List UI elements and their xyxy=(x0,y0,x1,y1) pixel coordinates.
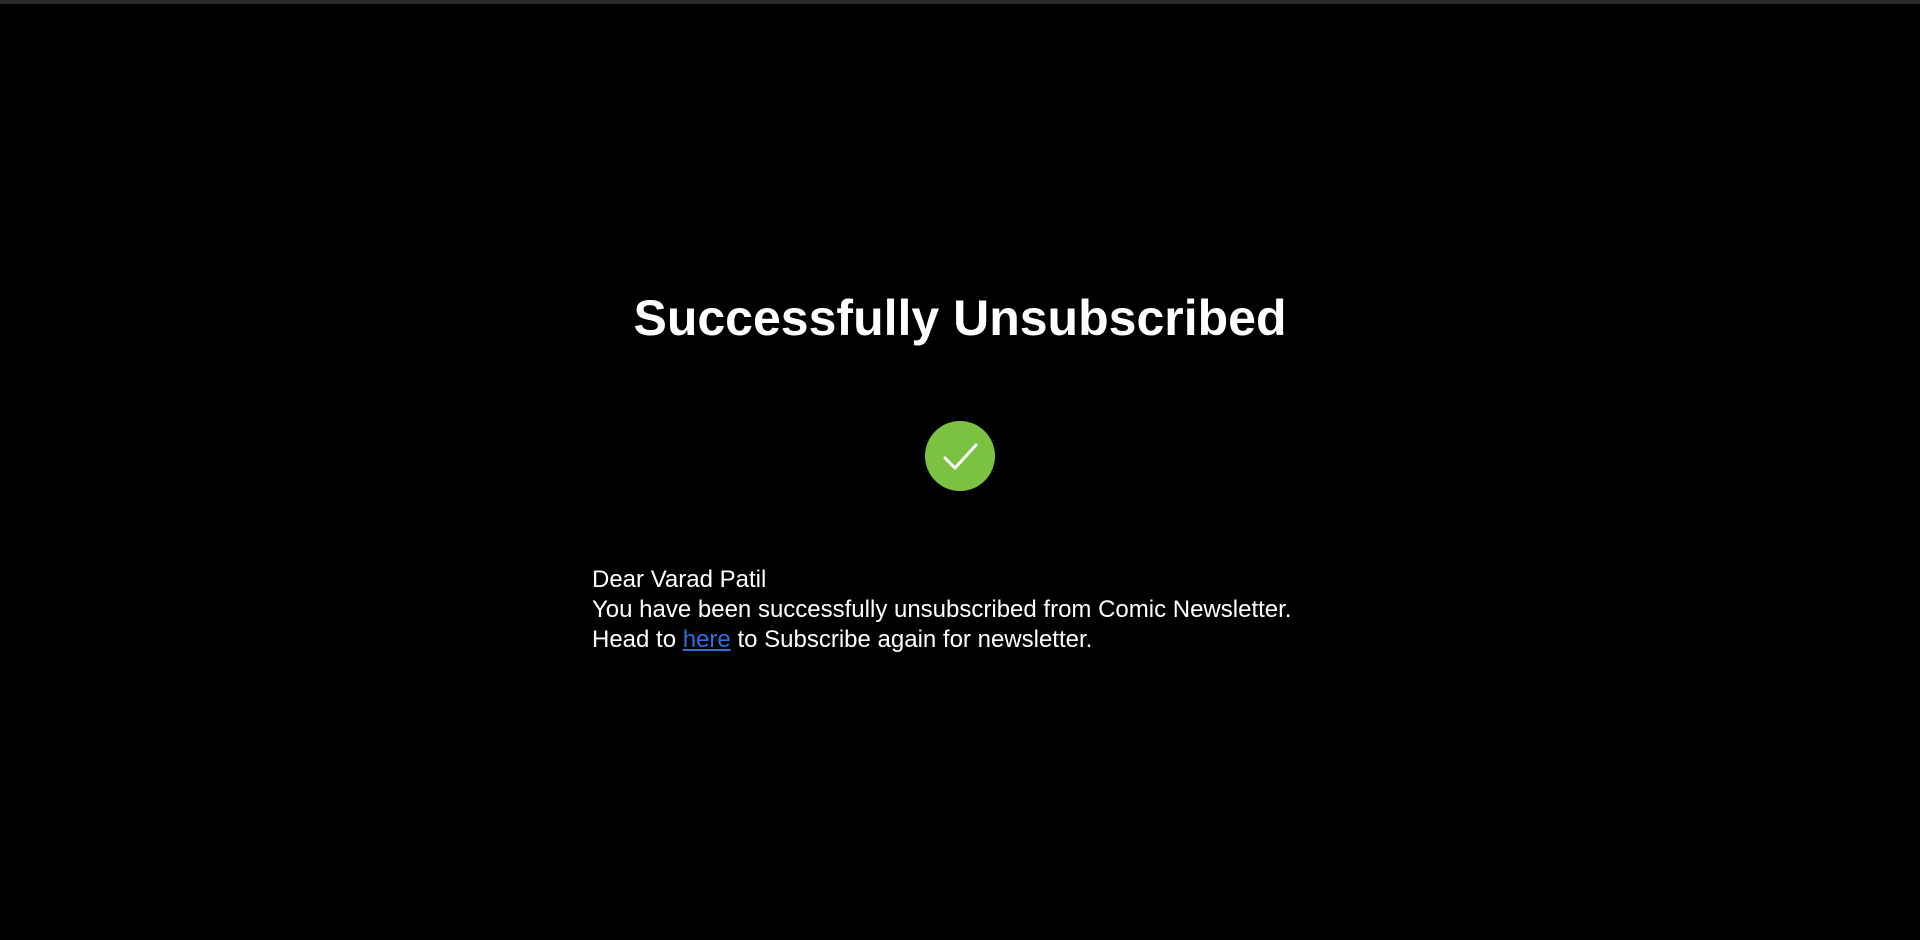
confirmation-message: Dear Varad Patil You have been successfu… xyxy=(592,565,1492,655)
resubscribe-prefix: Head to xyxy=(592,626,683,653)
greeting-line: Dear Varad Patil xyxy=(592,566,767,593)
resubscribe-line: Head to here to Subscribe again for news… xyxy=(592,625,1492,655)
unsubscribe-confirmation-line: You have been successfully unsubscribed … xyxy=(592,596,1292,623)
checkmark-icon xyxy=(943,443,978,470)
resubscribe-suffix: to Subscribe again for newsletter. xyxy=(730,626,1093,653)
page-title: Successfully Unsubscribed xyxy=(633,290,1287,346)
checkmark-circle-icon xyxy=(925,421,995,491)
unsubscribe-page: Successfully Unsubscribed Dear Varad Pat… xyxy=(0,0,1920,940)
resubscribe-link[interactable]: here xyxy=(683,626,731,653)
